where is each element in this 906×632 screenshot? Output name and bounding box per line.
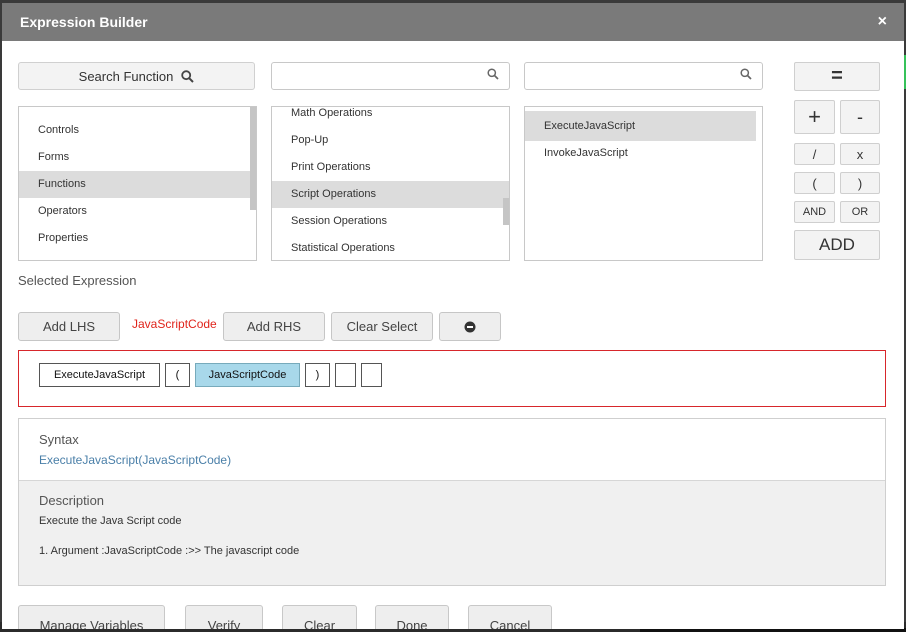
category-item[interactable]: Forms: [19, 144, 256, 171]
remove-token-button[interactable]: [439, 312, 501, 341]
expression-token-open-paren[interactable]: (: [165, 363, 190, 387]
close-icon[interactable]: ×: [878, 13, 887, 31]
category-item[interactable]: Controls: [19, 117, 256, 144]
dialog-title: Expression Builder: [20, 14, 148, 30]
add-button[interactable]: ADD: [794, 230, 880, 260]
description-text: Execute the Java Script code: [39, 515, 182, 527]
expression-token-close-paren[interactable]: ): [305, 363, 330, 387]
operation-item[interactable]: Session Operations: [272, 208, 509, 235]
description-argument: 1. Argument :JavaScriptCode :>> The java…: [39, 545, 300, 557]
done-button[interactable]: Done: [375, 605, 449, 629]
category-item-selected[interactable]: Functions: [19, 171, 256, 198]
syntax-description-panel: Syntax ExecuteJavaScript(JavaScriptCode)…: [18, 418, 886, 586]
category-list[interactable]: Controls Forms Functions Operators Prope…: [18, 106, 257, 261]
and-button[interactable]: AND: [794, 201, 835, 223]
or-button[interactable]: OR: [840, 201, 880, 223]
search-icon: [740, 68, 752, 80]
plus-button[interactable]: +: [794, 100, 835, 134]
clear-button[interactable]: Clear: [282, 605, 357, 629]
selected-expression-label: Selected Expression: [18, 273, 137, 288]
search-icon: [181, 69, 195, 83]
add-rhs-button[interactable]: Add RHS: [223, 312, 325, 341]
category-search-input[interactable]: [271, 62, 510, 90]
verify-button[interactable]: Verify: [185, 605, 263, 629]
category-scrollbar[interactable]: [250, 107, 256, 210]
search-function-label: Search Function: [78, 68, 174, 84]
operation-scrollbar[interactable]: [503, 198, 509, 225]
equals-button[interactable]: =: [794, 62, 880, 91]
cancel-button[interactable]: Cancel: [468, 605, 552, 629]
search-function-button[interactable]: Search Function: [18, 62, 255, 90]
operation-item[interactable]: Print Operations: [272, 154, 509, 181]
dialog-titlebar: Expression Builder ×: [2, 3, 904, 41]
current-parameter-label: JavaScriptCode: [132, 317, 217, 331]
minus-button[interactable]: -: [840, 100, 880, 134]
category-item[interactable]: Operators: [19, 198, 256, 225]
function-search-input[interactable]: [524, 62, 763, 90]
operation-item[interactable]: Math Operations: [272, 107, 509, 127]
syntax-label: Syntax: [39, 432, 79, 447]
function-item[interactable]: InvokeJavaScript: [525, 140, 762, 167]
syntax-value: ExecuteJavaScript(JavaScriptCode): [39, 453, 232, 467]
add-lhs-button[interactable]: Add LHS: [18, 312, 120, 341]
category-item[interactable]: Properties: [19, 225, 256, 252]
multiply-button[interactable]: x: [840, 143, 880, 165]
function-item-selected[interactable]: ExecuteJavaScript: [525, 111, 756, 141]
expression-token-function[interactable]: ExecuteJavaScript: [39, 363, 160, 387]
description-label: Description: [39, 493, 105, 508]
expression-token-empty[interactable]: [361, 363, 382, 387]
open-paren-button[interactable]: (: [794, 172, 835, 194]
minus-circle-icon: [464, 321, 476, 332]
function-list[interactable]: ExecuteJavaScript InvokeJavaScript: [524, 106, 763, 261]
divide-button[interactable]: /: [794, 143, 835, 165]
expression-token-parameter[interactable]: JavaScriptCode: [195, 363, 300, 387]
expression-token-empty[interactable]: [335, 363, 356, 387]
expression-editor[interactable]: ExecuteJavaScript ( JavaScriptCode ): [18, 350, 886, 407]
operation-list[interactable]: Math Operations Pop-Up Print Operations …: [271, 106, 510, 261]
description-area: Description Execute the Java Script code…: [19, 480, 885, 585]
category-item[interactable]: Rules: [19, 252, 256, 260]
manage-variables-button[interactable]: Manage Variables: [18, 605, 165, 629]
search-icon: [487, 68, 499, 80]
operation-item[interactable]: Statistical Operations: [272, 235, 509, 260]
expression-builder-dialog: Expression Builder × Search Function Con…: [2, 3, 904, 629]
close-paren-button[interactable]: ): [840, 172, 880, 194]
operation-item[interactable]: Pop-Up: [272, 127, 509, 154]
operation-item-selected[interactable]: Script Operations: [272, 181, 509, 208]
clear-select-button[interactable]: Clear Select: [331, 312, 433, 341]
